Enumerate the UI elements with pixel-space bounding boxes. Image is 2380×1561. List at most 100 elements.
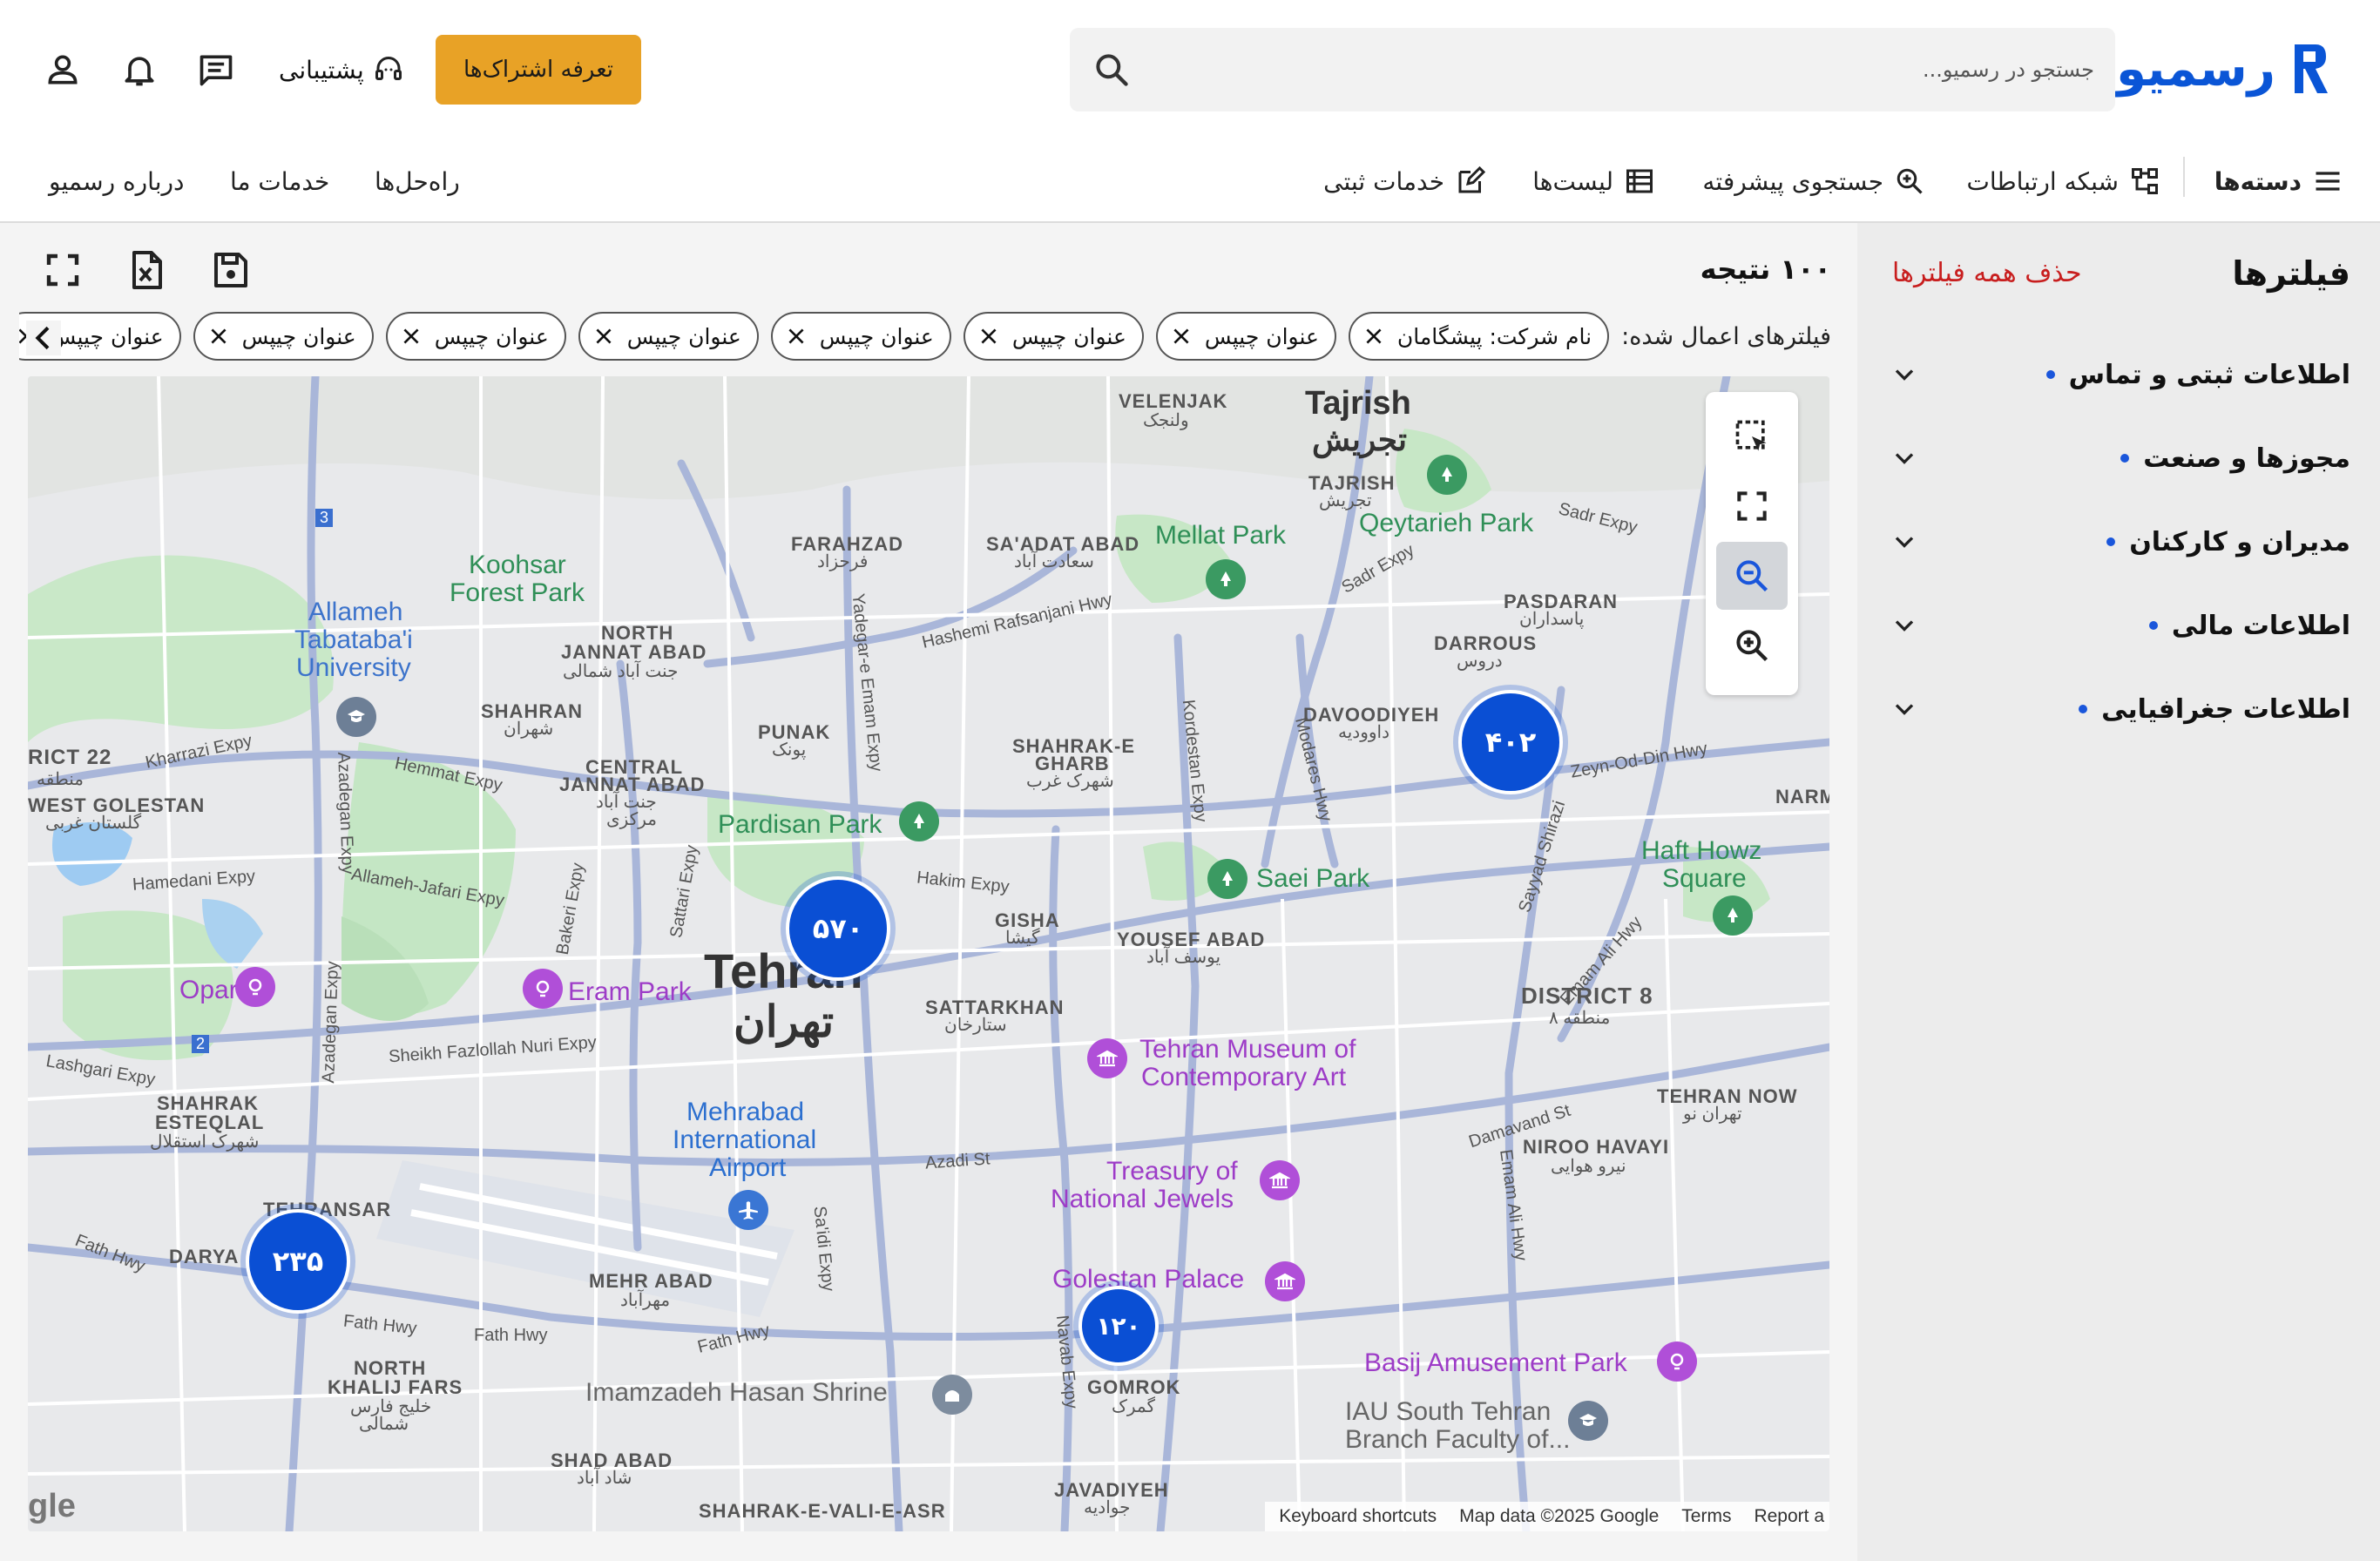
airport-pin-icon[interactable] — [728, 1190, 768, 1230]
close-icon[interactable] — [977, 325, 1000, 348]
bell-icon[interactable] — [120, 51, 159, 89]
amusement-pin-icon[interactable] — [1657, 1341, 1697, 1382]
shrine-pin-icon[interactable] — [932, 1375, 972, 1415]
chat-icon[interactable] — [197, 51, 235, 89]
applied-filters-label: فیلترهای اعمال شده: — [1621, 322, 1831, 350]
filter-chip[interactable]: عنوان چیپس — [963, 312, 1144, 361]
brand-logo[interactable]: رسمیو — [2116, 38, 2331, 99]
nav-divider — [2183, 157, 2185, 197]
support-link[interactable]: پشتیبانی — [279, 49, 404, 91]
nav-lists-label: لیست‌ها — [1532, 166, 1613, 196]
select-area-button[interactable] — [1716, 402, 1788, 470]
filter-chip[interactable]: نام شرکت: پیشگامان — [1348, 312, 1610, 361]
map-label: تهران نو — [1683, 1105, 1742, 1124]
map-view[interactable]: Tehran تهران Tajrish تجریش VELENJAK ولنج… — [28, 376, 1829, 1531]
amusement-pin-icon[interactable] — [523, 969, 563, 1009]
nav-network[interactable]: شبکه ارتباطات — [1966, 159, 2160, 204]
map-cluster-marker[interactable]: ۲۳۵ — [246, 1209, 350, 1314]
nav-advanced-search[interactable]: جستجوی پیشرفته — [1702, 159, 1925, 204]
zoom-in-button[interactable] — [1716, 612, 1788, 679]
search-icon[interactable] — [1092, 51, 1131, 89]
filter-section-managers[interactable]: مدیران و کارکنان — [1889, 516, 2350, 568]
user-icon[interactable] — [44, 51, 82, 89]
filter-section-label: اطلاعات جغرافیایی — [2101, 693, 2350, 725]
map-label: منطقه ۸ — [1549, 1009, 1611, 1028]
report-link[interactable]: Report a — [1754, 1506, 1824, 1527]
filter-chip[interactable]: عنوان چیپس — [578, 312, 759, 361]
map-fullscreen-button[interactable] — [1716, 472, 1788, 540]
filter-chip[interactable]: عنوان چیپس — [770, 312, 951, 361]
chevron-down-icon — [1895, 620, 1914, 632]
nav-about[interactable]: درباره رسمیو — [49, 159, 185, 204]
nav-lists[interactable]: لیست‌ها — [1532, 159, 1655, 204]
subscription-plans-button[interactable]: تعرفه اشتراک‌ها — [436, 35, 641, 105]
filter-chip[interactable]: عنوان چیپس — [385, 312, 566, 361]
close-icon[interactable] — [785, 325, 808, 348]
keyboard-shortcuts-link[interactable]: Keyboard shortcuts — [1279, 1506, 1437, 1527]
map-label: Haft Howz — [1641, 836, 1762, 865]
map-label: مرکزی — [606, 810, 657, 829]
nav-registration-label: خدمات ثبتی — [1323, 166, 1444, 196]
map-label: ولنجک — [1143, 411, 1189, 430]
filter-section-registration[interactable]: اطلاعات ثبتی و تماس — [1889, 348, 2350, 401]
park-pin-icon[interactable] — [1713, 895, 1753, 936]
museum-pin-icon[interactable] — [1265, 1261, 1305, 1301]
park-pin-icon[interactable] — [1207, 859, 1247, 899]
map-label: Imamzadeh Hasan Shrine — [585, 1378, 888, 1407]
nav-registration-services[interactable]: خدمات ثبتی — [1323, 159, 1486, 204]
nav-services[interactable]: خدمات ما — [230, 159, 329, 204]
school-pin-icon[interactable] — [336, 697, 376, 737]
chevron-down-icon — [1895, 537, 1914, 548]
amusement-pin-icon[interactable] — [235, 967, 275, 1007]
indicator-dot — [2045, 370, 2055, 379]
app-header: رسمیو تعرفه اشتراک‌ها پشتیبانی — [0, 0, 2380, 139]
school-pin-icon[interactable] — [1568, 1401, 1608, 1441]
applied-filters: فیلترهای اعمال شده: نام شرکت: پیشگامان ع… — [19, 310, 1831, 362]
close-icon[interactable] — [592, 325, 615, 348]
park-pin-icon[interactable] — [1427, 455, 1467, 495]
nav-categories[interactable]: دسته‌ها — [2214, 159, 2343, 204]
fullscreen-icon[interactable] — [42, 249, 84, 291]
nav-solutions[interactable]: راه‌حل‌ها — [375, 159, 460, 204]
chip-label: عنوان چیپس — [434, 323, 549, 349]
map-label: Square — [1662, 864, 1747, 893]
filter-section-licenses[interactable]: مجوزها و صنعت — [1889, 432, 2350, 484]
close-icon[interactable] — [400, 325, 423, 348]
park-pin-icon[interactable] — [1206, 559, 1246, 599]
nav-about-label: درباره رسمیو — [49, 166, 185, 196]
terms-link[interactable]: Terms — [1681, 1506, 1731, 1527]
map-cluster-marker[interactable]: ۵۷۰ — [786, 876, 890, 981]
map-cluster-marker[interactable]: ۴۰۲ — [1458, 690, 1563, 794]
filters-sidebar: فیلترها حذف همه فیلترها اطلاعات ثبتی و ت… — [1857, 223, 2380, 1561]
museum-pin-icon[interactable] — [1087, 1038, 1127, 1078]
clear-all-filters-link[interactable]: حذف همه فیلترها — [1892, 258, 2082, 288]
zoom-out-icon — [1736, 560, 1768, 592]
excel-export-icon[interactable] — [125, 249, 167, 291]
map-label: شمالی — [359, 1415, 409, 1434]
filter-section-geographic[interactable]: اطلاعات جغرافیایی — [1889, 683, 2350, 735]
nav-solutions-label: راه‌حل‌ها — [375, 166, 460, 196]
map-label: DARYA — [169, 1246, 240, 1267]
map-label: International — [673, 1125, 817, 1154]
zoom-out-button[interactable] — [1716, 542, 1788, 610]
search-input[interactable] — [1174, 28, 2115, 112]
close-icon[interactable] — [207, 325, 230, 348]
filter-section-financial[interactable]: اطلاعات مالی — [1889, 599, 2350, 652]
map-label: فرحزاد — [817, 552, 869, 571]
park-pin-icon[interactable] — [899, 801, 939, 841]
map-cluster-marker[interactable]: ۱۲۰ — [1078, 1286, 1159, 1366]
map-label: گلستان غربی — [45, 814, 142, 833]
road-label: Azadegan Expy — [319, 961, 342, 1084]
filter-chip[interactable]: عنوان چیپس — [193, 312, 374, 361]
filter-section-label: مجوزها و صنعت — [2143, 443, 2350, 474]
chevron-down-icon — [1895, 704, 1914, 715]
close-icon[interactable] — [1170, 325, 1193, 348]
filter-chip[interactable]: عنوان چیپس — [1155, 312, 1336, 361]
save-icon[interactable] — [209, 249, 251, 291]
chevron-left-icon[interactable] — [26, 321, 61, 355]
edit-icon — [1458, 166, 1486, 193]
close-icon[interactable] — [1362, 325, 1385, 348]
map-label: Koohsar — [469, 551, 566, 579]
chevron-down-icon — [1895, 453, 1914, 464]
museum-pin-icon[interactable] — [1260, 1160, 1300, 1200]
